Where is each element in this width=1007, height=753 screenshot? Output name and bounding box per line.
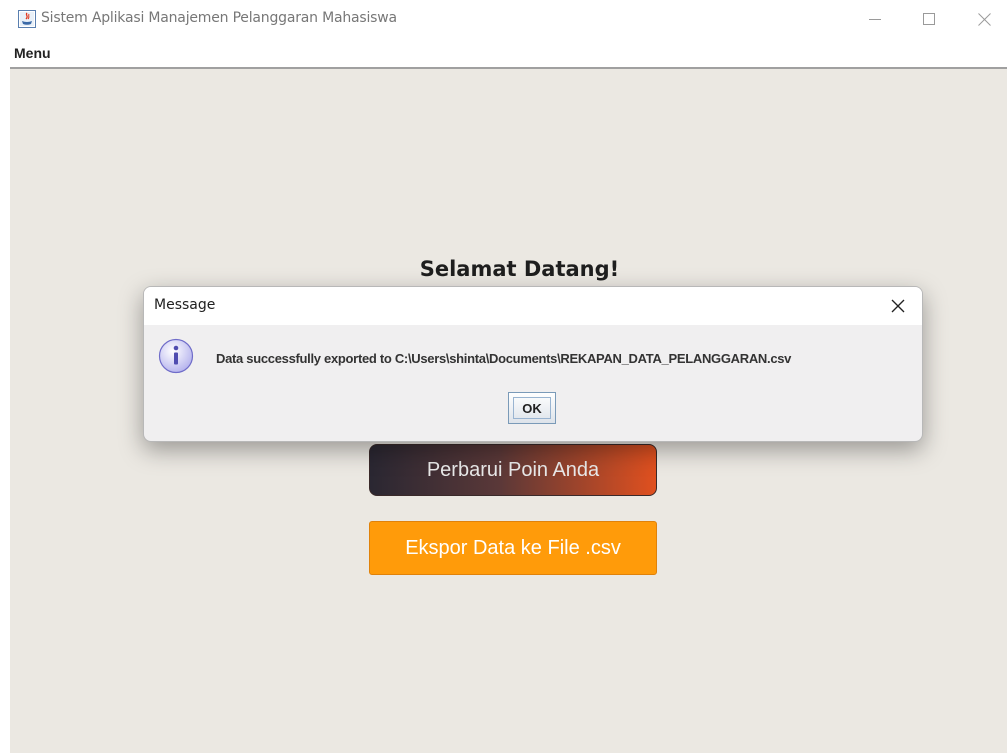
ok-button[interactable]: OK — [508, 392, 556, 424]
focus-ring — [513, 397, 551, 419]
minimize-icon — [869, 19, 881, 20]
dialog-close-button[interactable] — [884, 293, 912, 319]
main-window: Sistem Aplikasi Manajemen Pelanggaran Ma… — [10, 0, 1007, 753]
info-icon — [158, 338, 194, 374]
dialog-message: Data successfully exported to C:\Users\s… — [216, 351, 792, 366]
close-icon — [891, 299, 905, 313]
export-csv-button[interactable]: Ekspor Data ke File .csv — [369, 521, 657, 575]
close-button[interactable] — [961, 0, 1007, 38]
maximize-icon — [923, 13, 935, 25]
menu-item-menu[interactable]: Menu — [14, 45, 51, 61]
title-bar: Sistem Aplikasi Manajemen Pelanggaran Ma… — [10, 0, 1007, 41]
dialog-title: Message — [154, 297, 216, 313]
update-points-button[interactable]: Perbarui Poin Anda — [369, 444, 657, 496]
welcome-heading: Selamat Datang! — [419, 257, 620, 281]
window-title: Sistem Aplikasi Manajemen Pelanggaran Ma… — [41, 10, 397, 26]
message-dialog: Message Data successfully exported to C:… — [143, 286, 923, 442]
java-app-icon — [18, 10, 36, 28]
dialog-title-bar: Message — [144, 287, 922, 325]
menu-bar: Menu — [10, 40, 1007, 69]
close-icon — [977, 12, 991, 26]
maximize-button[interactable] — [906, 0, 952, 38]
minimize-button[interactable] — [852, 0, 898, 38]
